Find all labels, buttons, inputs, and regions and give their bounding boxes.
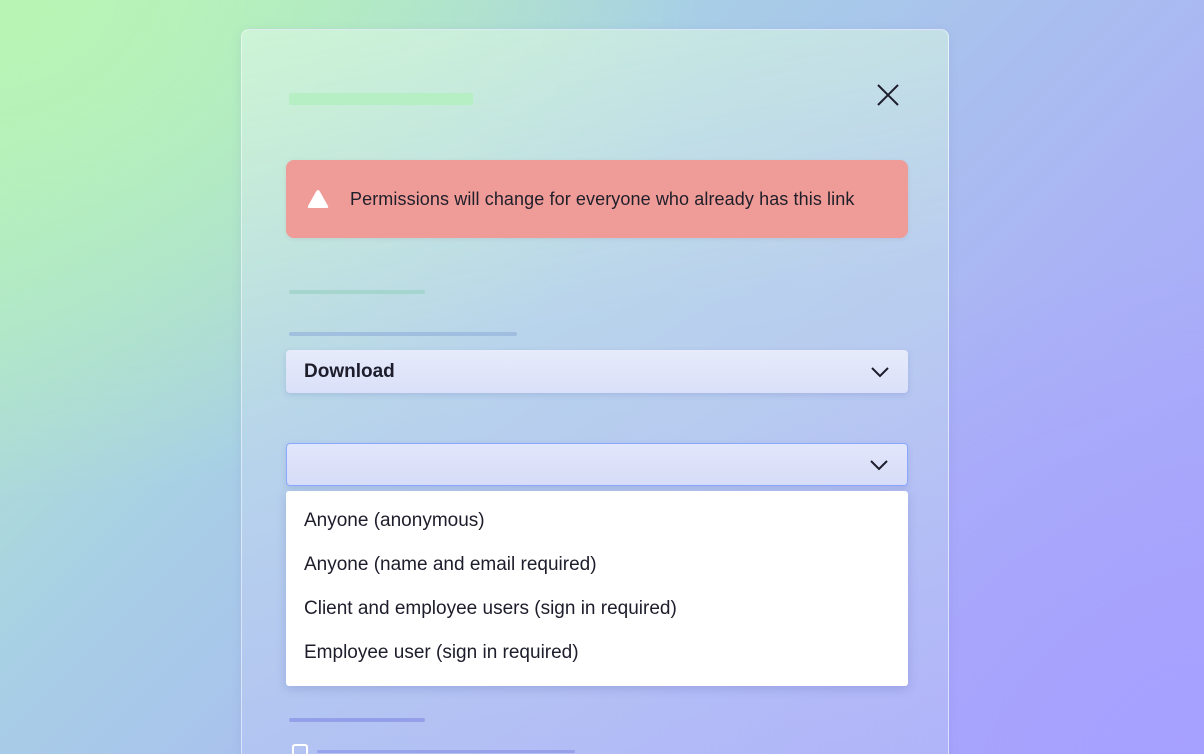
audience-dropdown-menu: Anyone (anonymous) Anyone (name and emai…: [286, 491, 908, 686]
chevron-down-icon: [871, 366, 889, 377]
dialog-title-placeholder: [289, 93, 473, 105]
section-label-placeholder: [289, 718, 425, 722]
option-client-employee-users[interactable]: Client and employee users (sign in requi…: [286, 587, 908, 631]
alert-message: Permissions will change for everyone who…: [350, 188, 855, 209]
share-settings-dialog: Permissions will change for everyone who…: [241, 29, 949, 754]
access-level-select[interactable]: Download: [286, 350, 908, 393]
checkbox-label-placeholder: [317, 750, 575, 753]
warning-triangle-icon: [306, 188, 330, 210]
close-icon: [877, 84, 899, 106]
chevron-down-icon: [870, 459, 888, 470]
option-employee-user[interactable]: Employee user (sign in required): [286, 631, 908, 675]
option-anyone-anonymous[interactable]: Anyone (anonymous): [286, 499, 908, 543]
section-label-placeholder: [289, 290, 425, 294]
field-label-placeholder: [289, 332, 517, 336]
close-button[interactable]: [873, 80, 903, 110]
option-anyone-name-email[interactable]: Anyone (name and email required): [286, 543, 908, 587]
audience-select[interactable]: [286, 443, 908, 486]
permissions-warning-alert: Permissions will change for everyone who…: [286, 160, 908, 238]
checkbox[interactable]: [292, 744, 308, 754]
access-level-value: Download: [304, 360, 395, 382]
